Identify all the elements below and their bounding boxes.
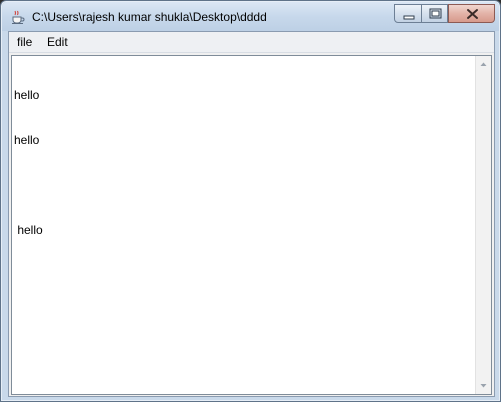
vertical-scrollbar[interactable] [475,56,491,394]
close-icon [467,9,478,19]
maximize-icon [429,8,442,19]
minimize-button[interactable] [394,4,422,23]
java-cup-icon[interactable] [10,9,26,25]
editor-line: hello [14,88,40,102]
arrow-down-icon [480,384,487,388]
menu-bar: file Edit [9,32,494,53]
client-area: file Edit hello hello hello [8,31,495,397]
menu-edit[interactable]: Edit [47,35,68,49]
text-editor[interactable]: hello hello hello [11,55,492,395]
app-window: C:\Users\rajesh kumar shukla\Desktop\ddd… [0,0,501,402]
editor-line: hello [14,133,40,147]
scroll-up-button[interactable] [476,56,491,72]
scroll-down-button[interactable] [476,378,491,394]
maximize-button[interactable] [421,4,448,23]
close-button[interactable] [448,4,495,23]
window-title: C:\Users\rajesh kumar shukla\Desktop\ddd… [32,10,267,24]
editor-line: hello [14,223,43,237]
minimize-icon [403,15,415,20]
arrow-up-icon [480,62,487,66]
title-bar[interactable]: C:\Users\rajesh kumar shukla\Desktop\ddd… [2,2,499,31]
menu-file[interactable]: file [17,35,32,49]
editor-text[interactable]: hello hello hello [14,58,474,392]
